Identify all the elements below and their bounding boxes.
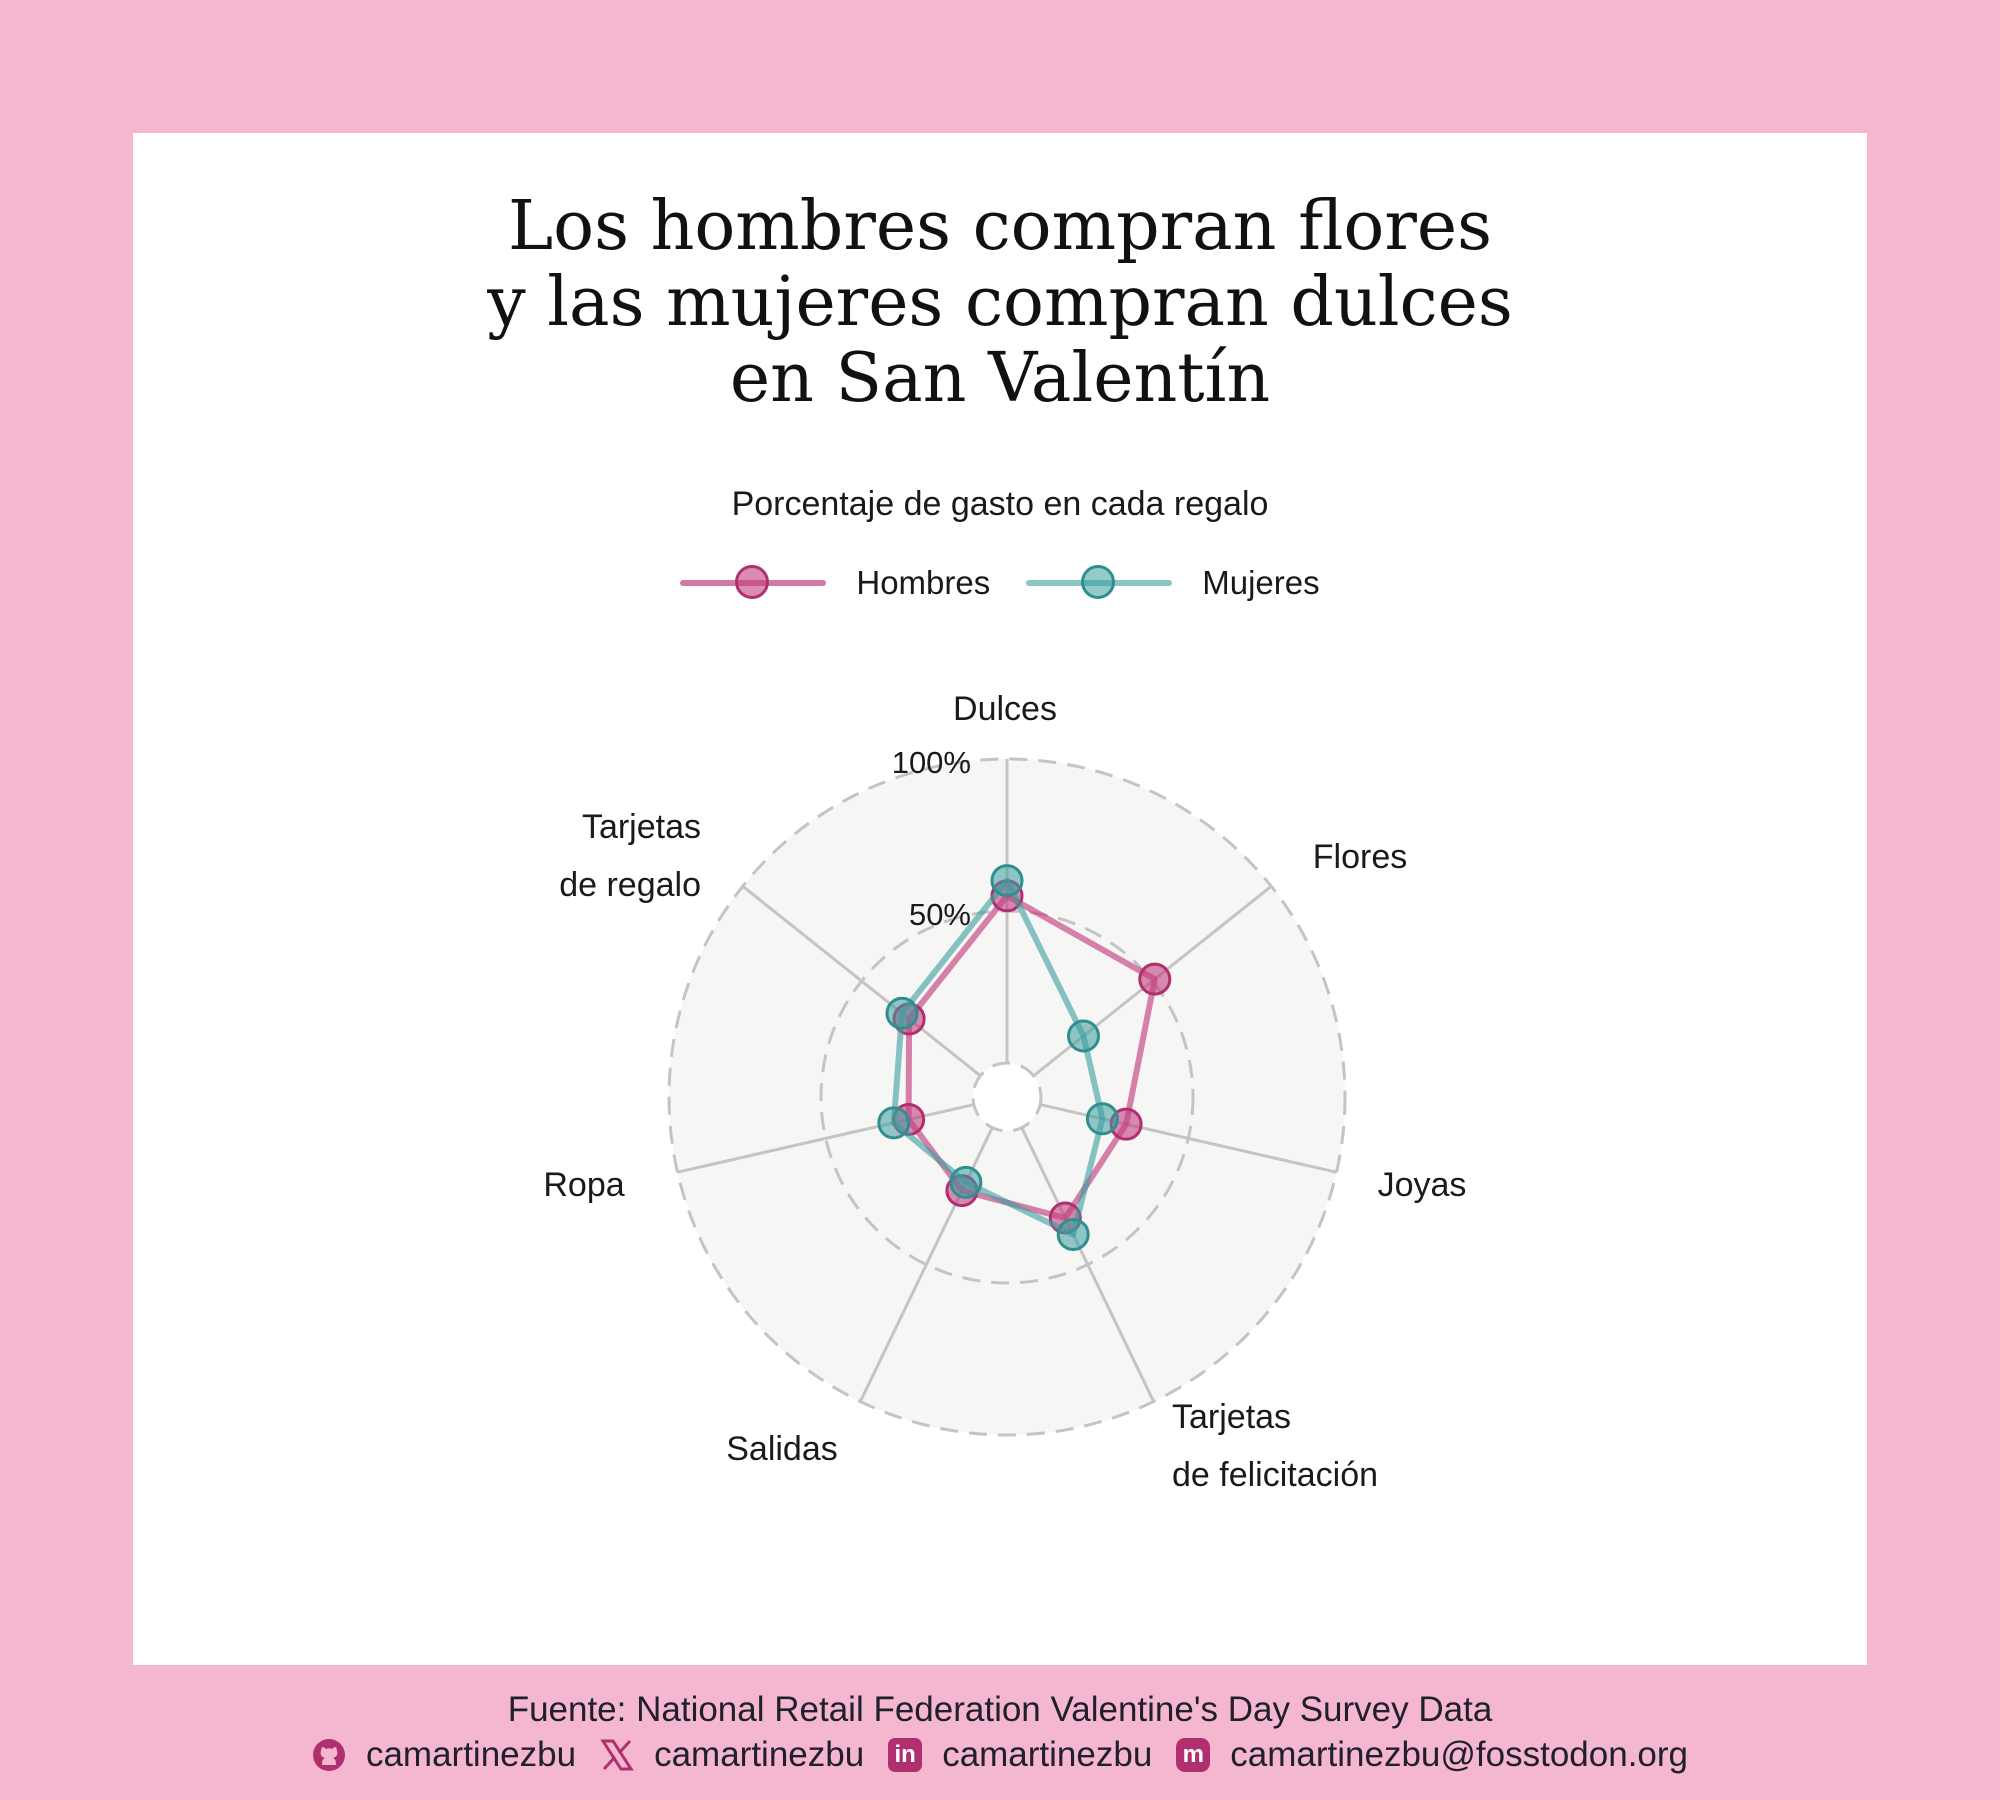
social-x[interactable]: camartinezbu xyxy=(600,1732,864,1778)
radial-tick-label: 100% xyxy=(892,745,971,780)
category-label: Ropa xyxy=(543,1166,624,1204)
category-label: Tarjetas de felicitación xyxy=(1172,1398,1378,1494)
social-links: camartinezbu camartinezbu in camartinezb… xyxy=(0,1732,2000,1778)
radial-tick-label: 50% xyxy=(909,897,971,932)
social-handle: camartinezbu xyxy=(942,1735,1153,1774)
category-label: Tarjetas de regalo xyxy=(559,808,701,904)
source-note: Fuente: National Retail Federation Valen… xyxy=(507,1690,1493,1729)
data-point-mujeres xyxy=(877,1106,911,1140)
social-handle: camartinezbu xyxy=(365,1735,577,1774)
linkedin-icon: in xyxy=(888,1738,923,1772)
radar-chart: 50% 100% Dulces Flores Joyas Tarjetas de felic… xyxy=(543,690,1467,1494)
social-handle: camartinezbu@fosstodon.org xyxy=(1230,1735,1689,1774)
social-linkedin[interactable]: in camartinezbu xyxy=(888,1732,1152,1778)
category-label: Flores xyxy=(1313,838,1407,876)
data-point-mujeres xyxy=(885,996,919,1030)
data-point-mujeres xyxy=(949,1165,983,1199)
data-point-mujeres xyxy=(1066,1019,1100,1053)
social-github[interactable]: camartinezbu xyxy=(312,1732,576,1778)
mastodon-icon: m xyxy=(1176,1738,1211,1772)
data-point-mujeres xyxy=(1085,1102,1119,1136)
github-icon xyxy=(312,1738,346,1772)
category-label: Joyas xyxy=(1378,1166,1467,1204)
category-label: Dulces xyxy=(953,690,1057,728)
data-point-mujeres xyxy=(990,864,1024,898)
social-mastodon[interactable]: m camartinezbu@fosstodon.org xyxy=(1176,1732,1688,1778)
data-point-hombres xyxy=(1138,962,1172,996)
category-label: Salidas xyxy=(726,1430,838,1468)
social-handle: camartinezbu xyxy=(654,1735,865,1774)
x-icon xyxy=(600,1738,634,1772)
footer: Fuente: National Retail Federation Valen… xyxy=(0,1688,2000,1778)
data-point-mujeres xyxy=(1056,1217,1090,1251)
